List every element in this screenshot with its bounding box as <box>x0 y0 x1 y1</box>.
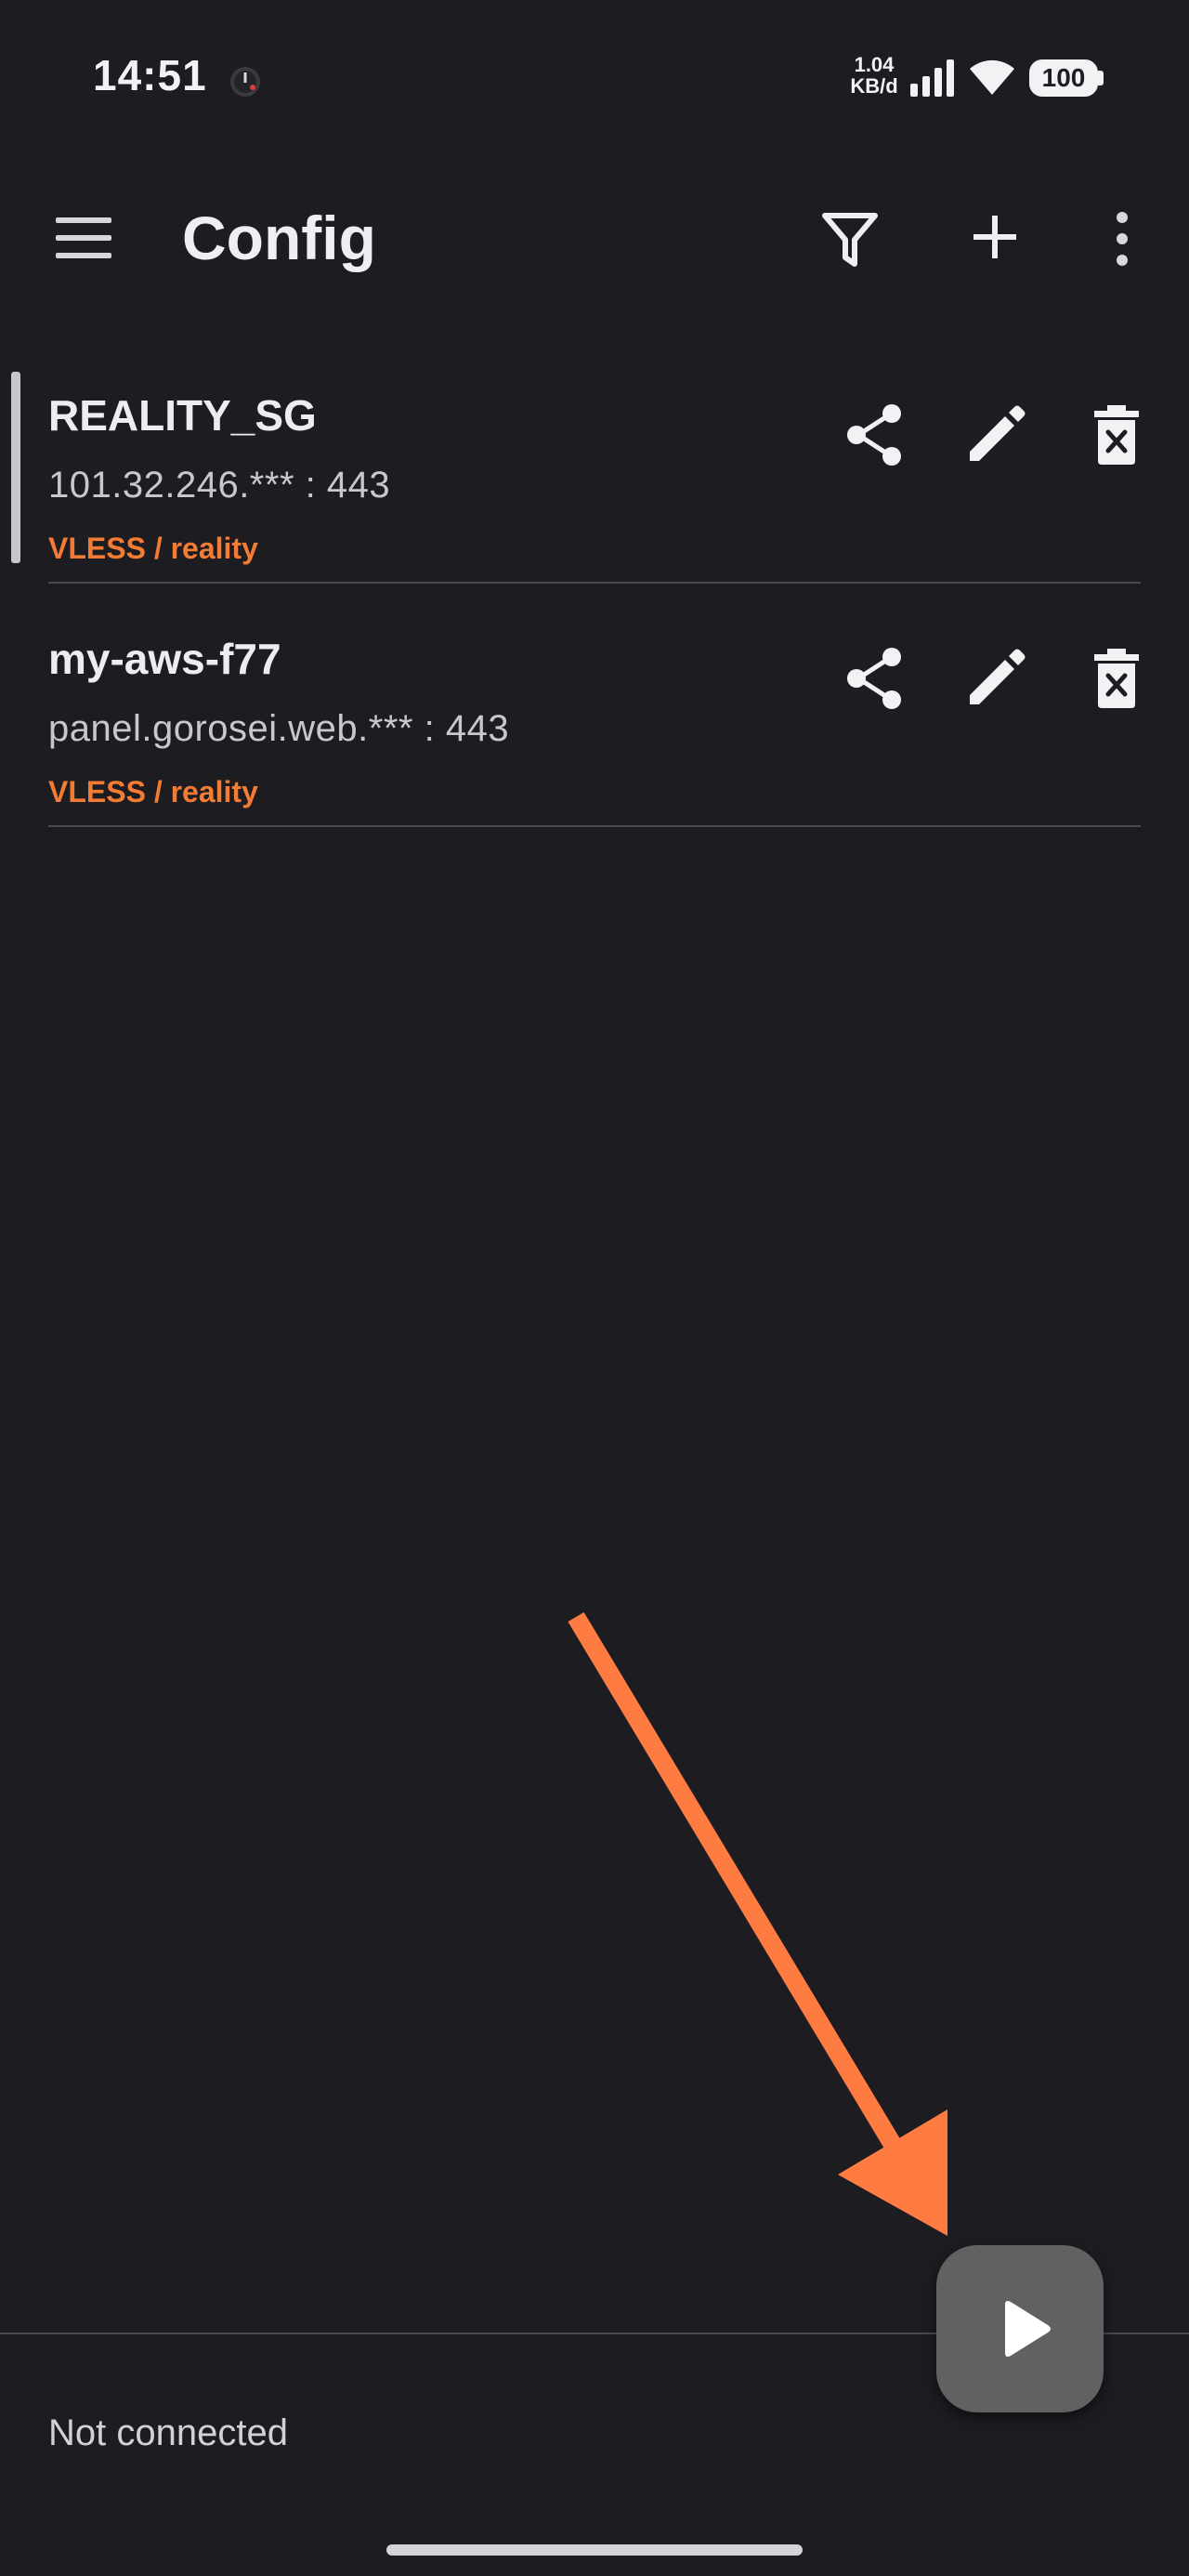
add-icon[interactable] <box>962 204 1027 269</box>
config-type: VLESS / reality <box>48 532 258 565</box>
battery-tip <box>1098 71 1104 85</box>
share-icon[interactable] <box>840 400 910 470</box>
edit-icon[interactable] <box>960 400 1031 470</box>
config-name: REALITY_SG <box>48 391 317 440</box>
play-icon <box>1005 2301 1051 2357</box>
config-type: VLESS / reality <box>48 775 258 808</box>
page-title: Config <box>182 204 376 272</box>
connection-status: Not connected <box>48 2412 288 2453</box>
home-indicator[interactable] <box>386 2544 803 2556</box>
selected-indicator <box>11 372 20 563</box>
menu-icon[interactable] <box>52 210 115 266</box>
filter-icon[interactable] <box>817 206 882 271</box>
network-speed-value: 1.04 <box>854 53 895 76</box>
config-address: panel.gorosei.web.*** : 443 <box>48 708 510 749</box>
delete-icon[interactable] <box>1081 400 1152 470</box>
alarm-icon <box>230 67 260 97</box>
network-speed-unit: KB/d <box>850 74 898 98</box>
config-item-my-aws-f77[interactable]: my-aws-f77 panel.gorosei.web.*** : 443 V… <box>0 615 1189 859</box>
network-speed: 1.04 KB/d <box>850 54 898 97</box>
wifi-icon <box>970 59 1014 95</box>
config-name: my-aws-f77 <box>48 635 281 683</box>
item-divider <box>48 582 1141 584</box>
config-address: 101.32.246.*** : 443 <box>48 465 391 506</box>
item-divider <box>48 825 1141 827</box>
status-time: 14:51 <box>93 51 207 99</box>
delete-icon[interactable] <box>1081 643 1152 714</box>
share-icon[interactable] <box>840 643 910 714</box>
connect-button[interactable] <box>936 2245 1104 2412</box>
edit-icon[interactable] <box>960 643 1031 714</box>
signal-icon <box>910 59 954 97</box>
battery-icon: 100 <box>1029 59 1098 97</box>
config-item-reality-sg[interactable]: REALITY_SG 101.32.246.*** : 443 VLESS / … <box>0 372 1189 615</box>
more-icon[interactable] <box>1096 206 1148 271</box>
battery-level: 100 <box>1041 63 1086 92</box>
